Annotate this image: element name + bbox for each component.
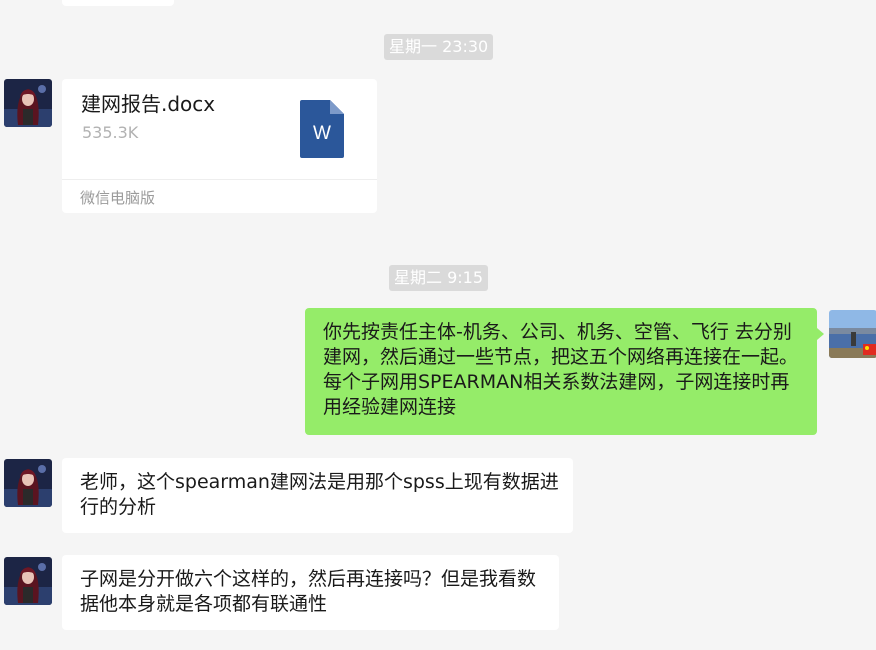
word-icon-letter: W	[313, 123, 331, 144]
anime-girl-avatar-icon	[4, 557, 52, 605]
file-size: 535.3K	[82, 123, 139, 142]
word-document-icon: W	[300, 100, 344, 158]
previous-message-bubble	[62, 0, 174, 6]
file-message-card[interactable]: 建网报告.docx 535.3K W 微信电脑版	[62, 79, 377, 213]
contact-avatar[interactable]	[4, 79, 52, 127]
file-name: 建网报告.docx	[81, 92, 216, 116]
anime-girl-avatar-icon	[4, 459, 52, 507]
file-source-label: 微信电脑版	[62, 179, 377, 213]
landscape-avatar-icon	[829, 310, 876, 358]
message-text: 子网是分开做六个这样的，然后再连接吗？但是我看数据他本身就是各项都有联通性	[80, 568, 537, 615]
message-text: 你先按责任主体-机务、公司、机务、空管、飞行 去分别建网，然后通过一些节点，把这…	[323, 321, 835, 418]
anime-girl-avatar-icon	[4, 79, 52, 127]
my-avatar[interactable]	[829, 310, 876, 358]
contact-avatar[interactable]	[4, 557, 52, 605]
message-text: 老师，这个spearman建网法是用那个spss上现有数据进行的分析	[80, 471, 559, 518]
timestamp-badge: 星期一 23:30	[384, 34, 494, 60]
bubble-tail	[817, 328, 824, 340]
contact-avatar[interactable]	[4, 459, 52, 507]
received-message-bubble[interactable]: 老师，这个spearman建网法是用那个spss上现有数据进行的分析	[62, 458, 573, 533]
received-message-bubble[interactable]: 子网是分开做六个这样的，然后再连接吗？但是我看数据他本身就是各项都有联通性	[62, 555, 559, 630]
timestamp-badge: 星期二 9:15	[389, 265, 489, 291]
sent-message-bubble[interactable]: 你先按责任主体-机务、公司、机务、空管、飞行 去分别建网，然后通过一些节点，把这…	[305, 308, 817, 435]
